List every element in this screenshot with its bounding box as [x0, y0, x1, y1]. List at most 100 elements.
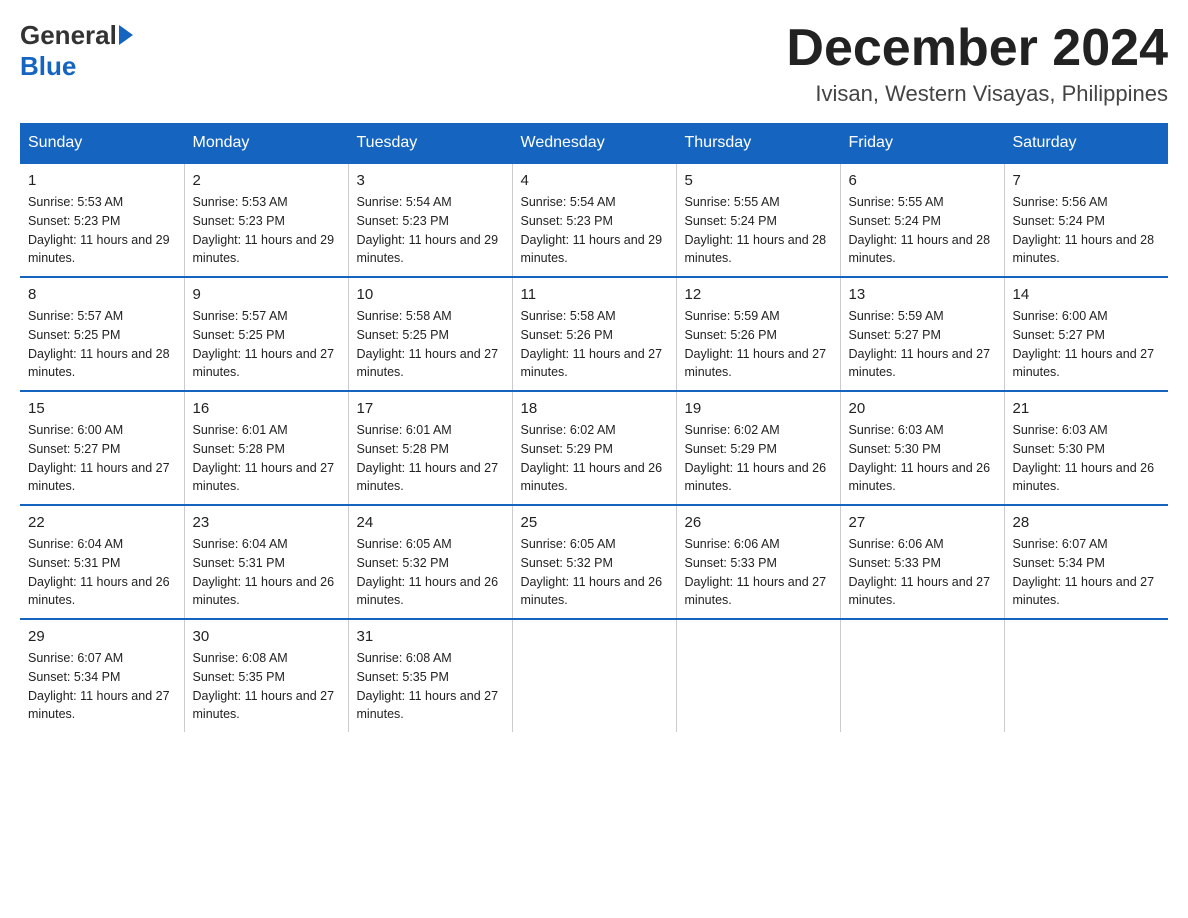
day-cell-3: 3 Sunrise: 5:54 AMSunset: 5:23 PMDaylight…	[348, 163, 512, 277]
day-cell-2: 2Sunrise: 5:53 AMSunset: 5:23 PMDaylight…	[184, 163, 348, 277]
day-number: 22	[28, 514, 176, 531]
day-cell-26: 26 Sunrise: 6:06 AMSunset: 5:33 PMDayligh…	[676, 505, 840, 619]
day-cell-13: 13 Sunrise: 5:59 AMSunset: 5:27 PMDayligh…	[840, 277, 1004, 391]
day-number: 1	[28, 172, 176, 189]
week-row-5: 29 Sunrise: 6:07 AMSunset: 5:34 PMDayligh…	[20, 619, 1168, 732]
day-info: Sunrise: 5:54 AMSunset: 5:23 PMDaylight:…	[357, 193, 504, 268]
day-cell-31: 31 Sunrise: 6:08 AMSunset: 5:35 PMDayligh…	[348, 619, 512, 732]
calendar-table: SundayMondayTuesdayWednesdayThursdayFrid…	[20, 123, 1168, 732]
day-cell-24: 24 Sunrise: 6:05 AMSunset: 5:32 PMDayligh…	[348, 505, 512, 619]
day-info: Sunrise: 5:54 AMSunset: 5:23 PMDaylight:…	[521, 193, 668, 268]
header-tuesday: Tuesday	[348, 124, 512, 164]
day-cell-9: 9 Sunrise: 5:57 AMSunset: 5:25 PMDaylight…	[184, 277, 348, 391]
day-info: Sunrise: 5:56 AMSunset: 5:24 PMDaylight:…	[1013, 193, 1161, 268]
day-cell-14: 14 Sunrise: 6:00 AMSunset: 5:27 PMDayligh…	[1004, 277, 1168, 391]
day-number: 7	[1013, 172, 1161, 189]
day-number: 28	[1013, 514, 1161, 531]
header-saturday: Saturday	[1004, 124, 1168, 164]
day-info: Sunrise: 6:05 AMSunset: 5:32 PMDaylight:…	[357, 535, 504, 610]
day-number: 26	[685, 514, 832, 531]
day-info: Sunrise: 6:07 AMSunset: 5:34 PMDaylight:…	[28, 649, 176, 724]
day-cell-19: 19Sunrise: 6:02 AMSunset: 5:29 PMDayligh…	[676, 391, 840, 505]
day-number: 24	[357, 514, 504, 531]
day-cell-15: 15 Sunrise: 6:00 AMSunset: 5:27 PMDayligh…	[20, 391, 184, 505]
day-number: 23	[193, 514, 340, 531]
day-cell-29: 29 Sunrise: 6:07 AMSunset: 5:34 PMDayligh…	[20, 619, 184, 732]
day-info: Sunrise: 6:06 AMSunset: 5:33 PMDaylight:…	[849, 535, 996, 610]
day-number: 11	[521, 286, 668, 303]
day-number: 14	[1013, 286, 1161, 303]
day-cell-22: 22 Sunrise: 6:04 AMSunset: 5:31 PMDayligh…	[20, 505, 184, 619]
day-cell-7: 7 Sunrise: 5:56 AMSunset: 5:24 PMDaylight…	[1004, 163, 1168, 277]
logo-arrow-icon	[119, 25, 133, 45]
day-cell-11: 11 Sunrise: 5:58 AMSunset: 5:26 PMDayligh…	[512, 277, 676, 391]
day-info: Sunrise: 6:07 AMSunset: 5:34 PMDaylight:…	[1013, 535, 1161, 610]
empty-cell	[840, 619, 1004, 732]
day-info: Sunrise: 5:59 AMSunset: 5:27 PMDaylight:…	[849, 307, 996, 382]
header-wednesday: Wednesday	[512, 124, 676, 164]
day-info: Sunrise: 6:08 AMSunset: 5:35 PMDaylight:…	[193, 649, 340, 724]
day-info: Sunrise: 6:08 AMSunset: 5:35 PMDaylight:…	[357, 649, 504, 724]
day-info: Sunrise: 6:04 AMSunset: 5:31 PMDaylight:…	[28, 535, 176, 610]
day-number: 15	[28, 400, 176, 417]
day-number: 27	[849, 514, 996, 531]
day-number: 31	[357, 628, 504, 645]
day-number: 29	[28, 628, 176, 645]
empty-cell	[676, 619, 840, 732]
day-cell-1: 1 Sunrise: 5:53 AMSunset: 5:23 PMDaylight…	[20, 163, 184, 277]
day-cell-10: 10Sunrise: 5:58 AMSunset: 5:25 PMDayligh…	[348, 277, 512, 391]
day-info: Sunrise: 6:02 AMSunset: 5:29 PMDaylight:…	[685, 421, 832, 496]
day-number: 6	[849, 172, 996, 189]
day-info: Sunrise: 5:53 AMSunset: 5:23 PMDaylight:…	[193, 193, 340, 268]
page-header: General Blue December 2024 Ivisan, Weste…	[20, 20, 1168, 107]
day-number: 3	[357, 172, 504, 189]
day-info: Sunrise: 6:03 AMSunset: 5:30 PMDaylight:…	[1013, 421, 1161, 496]
week-row-1: 1 Sunrise: 5:53 AMSunset: 5:23 PMDaylight…	[20, 163, 1168, 277]
day-info: Sunrise: 6:05 AMSunset: 5:32 PMDaylight:…	[521, 535, 668, 610]
day-cell-4: 4 Sunrise: 5:54 AMSunset: 5:23 PMDaylight…	[512, 163, 676, 277]
day-cell-5: 5Sunrise: 5:55 AMSunset: 5:24 PMDaylight…	[676, 163, 840, 277]
day-number: 9	[193, 286, 340, 303]
day-cell-27: 27 Sunrise: 6:06 AMSunset: 5:33 PMDayligh…	[840, 505, 1004, 619]
day-number: 17	[357, 400, 504, 417]
day-number: 8	[28, 286, 176, 303]
logo: General Blue	[20, 20, 133, 82]
day-number: 13	[849, 286, 996, 303]
day-cell-17: 17 Sunrise: 6:01 AMSunset: 5:28 PMDayligh…	[348, 391, 512, 505]
day-info: Sunrise: 5:57 AMSunset: 5:25 PMDaylight:…	[193, 307, 340, 382]
day-number: 25	[521, 514, 668, 531]
logo-blue-text: Blue	[20, 51, 133, 82]
day-number: 18	[521, 400, 668, 417]
day-cell-25: 25 Sunrise: 6:05 AMSunset: 5:32 PMDayligh…	[512, 505, 676, 619]
day-info: Sunrise: 6:01 AMSunset: 5:28 PMDaylight:…	[357, 421, 504, 496]
day-cell-16: 16 Sunrise: 6:01 AMSunset: 5:28 PMDayligh…	[184, 391, 348, 505]
day-info: Sunrise: 5:59 AMSunset: 5:26 PMDaylight:…	[685, 307, 832, 382]
day-cell-30: 30 Sunrise: 6:08 AMSunset: 5:35 PMDayligh…	[184, 619, 348, 732]
day-cell-18: 18 Sunrise: 6:02 AMSunset: 5:29 PMDayligh…	[512, 391, 676, 505]
header-friday: Friday	[840, 124, 1004, 164]
week-row-2: 8 Sunrise: 5:57 AMSunset: 5:25 PMDaylight…	[20, 277, 1168, 391]
day-info: Sunrise: 6:06 AMSunset: 5:33 PMDaylight:…	[685, 535, 832, 610]
calendar-header-row: SundayMondayTuesdayWednesdayThursdayFrid…	[20, 124, 1168, 164]
logo-general-text: General	[20, 20, 117, 51]
header-thursday: Thursday	[676, 124, 840, 164]
day-info: Sunrise: 6:01 AMSunset: 5:28 PMDaylight:…	[193, 421, 340, 496]
location-subtitle: Ivisan, Western Visayas, Philippines	[786, 81, 1168, 107]
day-info: Sunrise: 5:55 AMSunset: 5:24 PMDaylight:…	[685, 193, 832, 268]
day-info: Sunrise: 6:02 AMSunset: 5:29 PMDaylight:…	[521, 421, 668, 496]
day-number: 30	[193, 628, 340, 645]
day-cell-28: 28 Sunrise: 6:07 AMSunset: 5:34 PMDayligh…	[1004, 505, 1168, 619]
day-number: 16	[193, 400, 340, 417]
day-number: 21	[1013, 400, 1161, 417]
day-cell-21: 21 Sunrise: 6:03 AMSunset: 5:30 PMDayligh…	[1004, 391, 1168, 505]
day-info: Sunrise: 6:00 AMSunset: 5:27 PMDaylight:…	[28, 421, 176, 496]
day-info: Sunrise: 5:58 AMSunset: 5:26 PMDaylight:…	[521, 307, 668, 382]
day-info: Sunrise: 6:00 AMSunset: 5:27 PMDaylight:…	[1013, 307, 1161, 382]
title-block: December 2024 Ivisan, Western Visayas, P…	[786, 20, 1168, 107]
day-number: 4	[521, 172, 668, 189]
day-cell-6: 6 Sunrise: 5:55 AMSunset: 5:24 PMDaylight…	[840, 163, 1004, 277]
day-info: Sunrise: 5:53 AMSunset: 5:23 PMDaylight:…	[28, 193, 176, 268]
day-info: Sunrise: 5:55 AMSunset: 5:24 PMDaylight:…	[849, 193, 996, 268]
day-info: Sunrise: 6:03 AMSunset: 5:30 PMDaylight:…	[849, 421, 996, 496]
header-sunday: Sunday	[20, 124, 184, 164]
